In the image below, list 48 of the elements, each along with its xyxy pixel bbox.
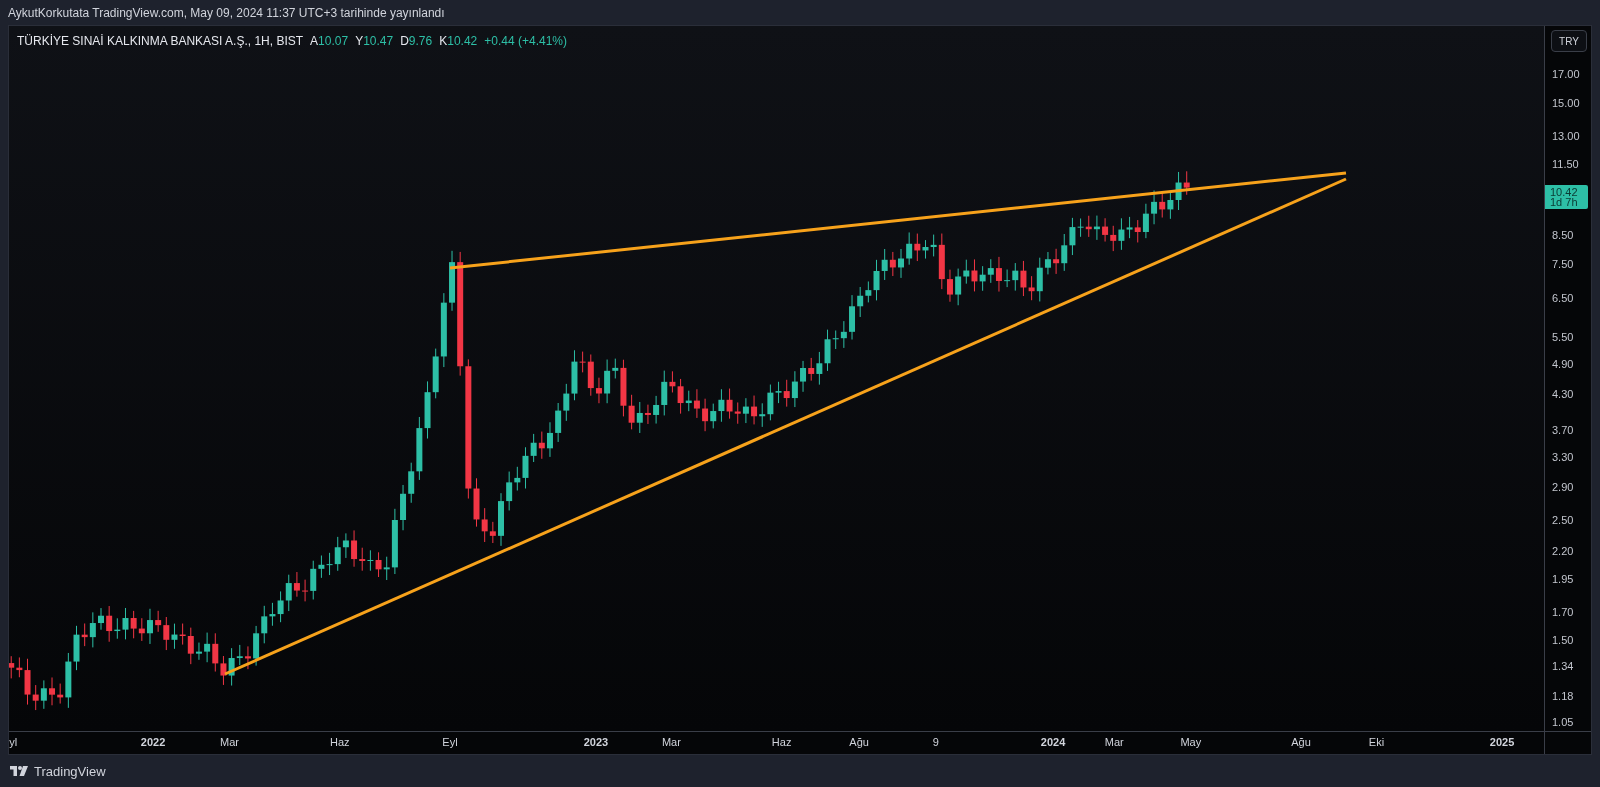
- time-label: yl: [9, 736, 18, 748]
- price-label: 2.90: [1552, 480, 1574, 493]
- time-label: Ağu: [1291, 736, 1311, 748]
- time-label: Mar: [220, 736, 240, 748]
- time-label: Haz: [330, 736, 350, 748]
- ohlc-value: A10.07: [310, 34, 349, 48]
- price-label: 2.50: [1552, 514, 1574, 527]
- price-label: 7.50: [1552, 258, 1574, 271]
- price-label: 4.90: [1552, 358, 1574, 371]
- ohlc-value: D9.76: [400, 34, 433, 48]
- price-label: 1.18: [1552, 689, 1574, 702]
- price-label: 1.95: [1552, 572, 1574, 585]
- ohlc-value: Y10.47: [355, 34, 394, 48]
- time-label: 2024: [1040, 736, 1066, 748]
- price-label: 2.20: [1552, 545, 1574, 557]
- price-label: 1.34: [1552, 660, 1574, 673]
- time-label: Eki: [1368, 736, 1385, 748]
- symbol-title: TÜRKİYE SINAİ KALKINMA BANKASI A.Ş., 1H, BIST: [17, 34, 304, 48]
- price-label: 17.00: [1552, 68, 1580, 81]
- price-label: 1.70: [1552, 606, 1574, 619]
- time-label: 2025: [1489, 736, 1515, 748]
- time-label: Mar: [1104, 736, 1124, 748]
- time-label: Ağu: [849, 736, 869, 748]
- price-label: 1.05: [1552, 716, 1574, 729]
- price-label: 4.30: [1552, 387, 1574, 400]
- price-label: 11.50: [1552, 158, 1579, 171]
- currency-button[interactable]: TRY: [1551, 30, 1587, 52]
- price-label: 3.70: [1552, 423, 1574, 436]
- price-label: 6.50: [1552, 291, 1574, 304]
- price-label: 8.50: [1552, 228, 1574, 241]
- price-change: +0.44 (+4.41%): [484, 34, 567, 48]
- price-label: 15.00: [1552, 97, 1580, 110]
- time-label: Mar: [661, 736, 681, 748]
- brand-name: TradingView: [34, 763, 106, 779]
- time-label: Haz: [771, 736, 792, 748]
- price-tag: 10.42 1d 7h: [1545, 185, 1588, 209]
- price-label: 5.50: [1552, 330, 1574, 343]
- publish-note: AykutKorkutata TradingView.com, May 09, 2024 11:37 UTC+3 tarihinde yayınlandı: [8, 5, 445, 20]
- time-label: May: [1180, 736, 1202, 748]
- price-label: 1.50: [1552, 633, 1574, 646]
- time-label: 9: [932, 736, 939, 748]
- price-label: 3.30: [1552, 451, 1574, 464]
- time-label: 2022: [140, 736, 166, 748]
- price-label: 13.00: [1552, 129, 1580, 142]
- logo-icon: [10, 766, 28, 776]
- time-label: Eyl: [442, 736, 458, 748]
- time-label: 2023: [583, 736, 609, 748]
- ohlc-value: K10.42: [439, 34, 478, 48]
